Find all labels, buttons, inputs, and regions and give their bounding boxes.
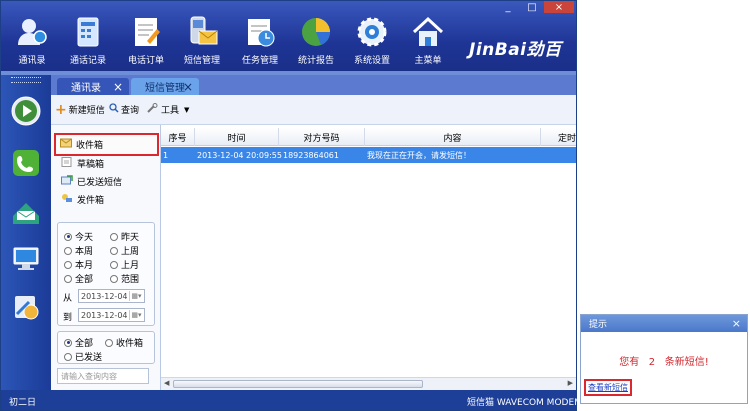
- plus-icon: +: [55, 101, 67, 118]
- table-row[interactable]: 1 2013-12-04 20:09:55 18923864061 我现在正在开…: [161, 147, 576, 163]
- horizontal-scrollbar[interactable]: ◀ ▶: [161, 377, 576, 390]
- radio-range[interactable]: 范围: [110, 272, 139, 285]
- query-button[interactable]: 查询: [109, 103, 139, 116]
- contacts-button[interactable]: 通讯录: [7, 15, 57, 69]
- search-icon: [109, 103, 119, 116]
- sent-icon: [61, 174, 73, 188]
- close-icon[interactable]: ×: [183, 80, 193, 94]
- tab-contacts[interactable]: 通讯录 ×: [57, 78, 129, 95]
- close-button[interactable]: ×: [544, 1, 574, 13]
- view-new-sms-link[interactable]: 查看新短信: [584, 379, 632, 396]
- from-label: 从: [63, 294, 73, 304]
- call-log-button[interactable]: 通话记录: [63, 15, 113, 69]
- radio-today[interactable]: 今天: [64, 230, 93, 243]
- window-controls: _ □ ×: [496, 1, 574, 13]
- col-content[interactable]: 内容: [365, 128, 541, 146]
- lunar-date: 初二日: [9, 398, 37, 408]
- dropdown-arrow-icon: ▼: [184, 105, 190, 114]
- status-bar: 初二日 短信猫 WAVECOM MODEM 初始: [1, 390, 603, 410]
- calendar-dropdown-icon[interactable]: ▦▾: [129, 310, 143, 320]
- minimize-button[interactable]: _: [496, 1, 520, 13]
- quick-launch-bar: [1, 75, 51, 390]
- col-scheduled[interactable]: 定时: [541, 128, 576, 146]
- user-group-icon: [15, 15, 49, 49]
- col-number[interactable]: 对方号码: [279, 128, 365, 146]
- phone-order-button[interactable]: 电话订单: [121, 15, 171, 69]
- sms-phone-icon: [185, 15, 219, 49]
- main-toolbar: _ □ × 通讯录 通话记录 电话订单 短信管理 任务管理 统计报告 系统设置 …: [1, 1, 576, 71]
- to-label: 到: [63, 313, 73, 323]
- order-form-icon: [129, 15, 163, 49]
- outbox-icon: [61, 193, 73, 206]
- radio-yesterday[interactable]: 昨天: [110, 230, 139, 243]
- gear-icon: [355, 15, 389, 49]
- close-icon[interactable]: ×: [113, 80, 123, 94]
- task-management-button[interactable]: 任务管理: [235, 15, 285, 69]
- radio-all-dates[interactable]: 全部: [64, 272, 93, 285]
- tab-bar: 通讯录 × 短信管理 ×: [51, 75, 576, 95]
- radio-type-all[interactable]: 全部: [64, 336, 93, 349]
- system-settings-button[interactable]: 系统设置: [347, 15, 397, 69]
- notification-popup: 提示 × 您有 2 条新短信! 查看新短信: [580, 314, 748, 404]
- from-date-field[interactable]: 2013-12-04 ▦▾: [78, 289, 145, 303]
- date-filter-group: 今天 昨天 本周 上周 本月 上月 全部 范围 从 2013-12-04 ▦▾ …: [57, 222, 155, 326]
- col-time[interactable]: 时间: [195, 128, 279, 146]
- scroll-thumb[interactable]: [173, 380, 423, 388]
- drag-handle[interactable]: [11, 77, 41, 83]
- new-sms-message: 您有 2 条新短信!: [619, 357, 709, 368]
- scroll-left-icon[interactable]: ◀: [164, 379, 169, 387]
- brand-logo: JinBai劲百: [469, 40, 562, 60]
- radio-last-month[interactable]: 上月: [110, 258, 139, 271]
- task-calendar-icon: [243, 15, 277, 49]
- search-input[interactable]: 请输入查询内容: [57, 368, 149, 384]
- statistics-report-button[interactable]: 统计报告: [291, 15, 341, 69]
- call-log-icon: [71, 15, 105, 49]
- new-sms-button[interactable]: + 新建短信: [55, 101, 105, 118]
- inbox-icon: [60, 138, 72, 151]
- scroll-right-icon[interactable]: ▶: [568, 379, 573, 387]
- close-icon[interactable]: ×: [732, 317, 741, 330]
- tab-sms-management[interactable]: 短信管理 ×: [131, 78, 199, 95]
- folder-outbox[interactable]: 发件箱: [57, 190, 157, 208]
- popup-header: 提示 ×: [581, 315, 747, 332]
- home-icon: [411, 15, 445, 49]
- radio-this-week[interactable]: 本周: [64, 244, 93, 257]
- draft-icon: [61, 156, 73, 170]
- to-date-field[interactable]: 2013-12-04 ▦▾: [78, 308, 145, 322]
- phone-icon[interactable]: [10, 147, 42, 179]
- col-seq[interactable]: 序号: [161, 128, 195, 146]
- pie-chart-icon: [299, 15, 333, 49]
- monitor-icon[interactable]: [10, 243, 42, 275]
- folder-draft[interactable]: 草稿箱: [57, 154, 157, 172]
- maximize-button[interactable]: □: [520, 1, 544, 13]
- folder-panel: 收件箱 草稿箱 已发送短信 发件箱 今天 昨天 本周 上周 本月 上月 全部 范…: [51, 125, 161, 390]
- action-toolbar: + 新建短信 查询 工具 ▼: [51, 95, 576, 125]
- wrench-icon: [147, 103, 159, 116]
- radio-type-inbox[interactable]: 收件箱: [105, 336, 143, 349]
- radio-type-sent[interactable]: 已发送: [64, 350, 102, 363]
- sms-management-button[interactable]: 短信管理: [177, 15, 227, 69]
- main-menu-button[interactable]: 主菜单: [403, 15, 453, 69]
- sms-table: 序号 时间 对方号码 内容 定时 1 2013-12-04 20:09:55 1…: [161, 125, 576, 377]
- settings-tools-icon[interactable]: [10, 291, 42, 323]
- radio-this-month[interactable]: 本月: [64, 258, 93, 271]
- tools-menu-button[interactable]: 工具 ▼: [147, 103, 189, 116]
- sms-inbox-icon[interactable]: [10, 197, 42, 229]
- app-window: _ □ × 通讯录 通话记录 电话订单 短信管理 任务管理 统计报告 系统设置 …: [0, 0, 603, 411]
- radio-last-week[interactable]: 上周: [110, 244, 139, 257]
- calendar-dropdown-icon[interactable]: ▦▾: [129, 291, 143, 301]
- type-filter-group: 全部 收件箱 已发送: [57, 331, 155, 364]
- folder-sent[interactable]: 已发送短信: [57, 172, 157, 190]
- folder-inbox[interactable]: 收件箱: [54, 133, 159, 156]
- table-header: 序号 时间 对方号码 内容 定时: [161, 128, 576, 146]
- play-icon[interactable]: [10, 95, 42, 127]
